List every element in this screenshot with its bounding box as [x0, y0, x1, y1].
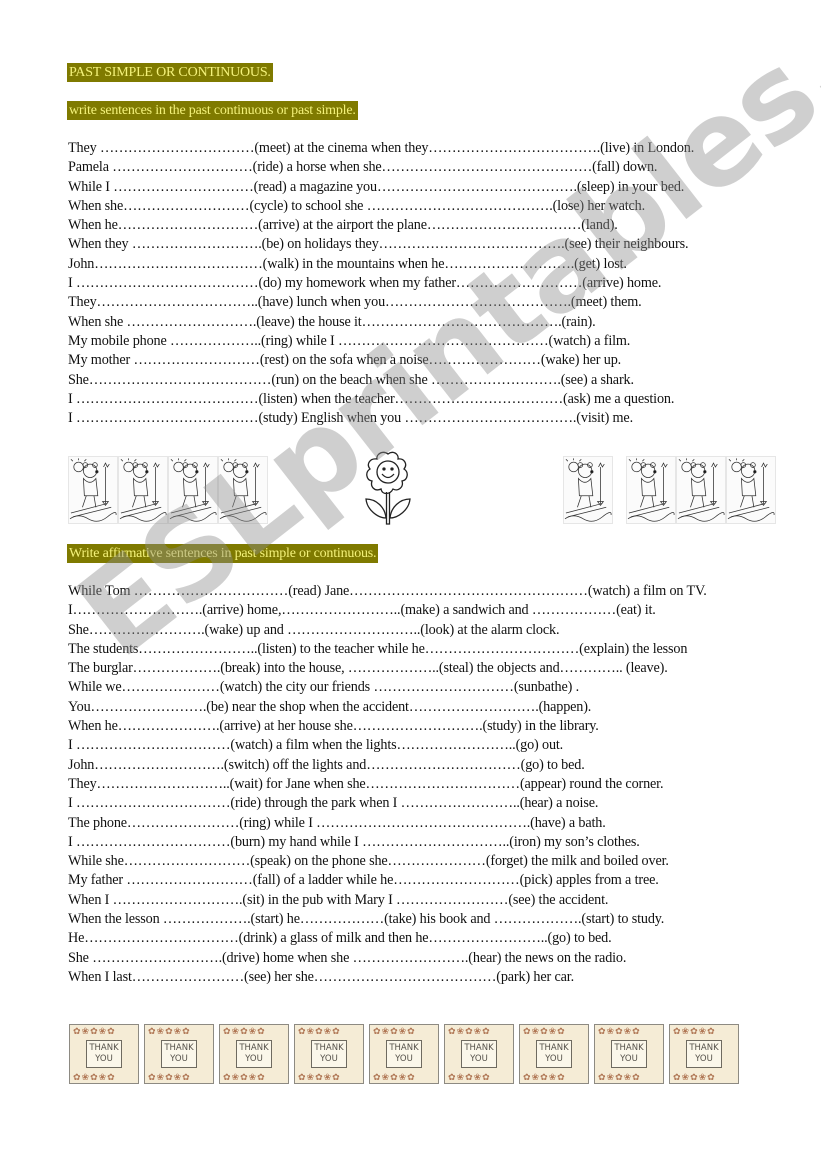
exercise-line: When he………………….(arrive) at her house she… — [68, 718, 599, 735]
exercise-line: Pamela …………………………(ride) a horse when she… — [68, 159, 658, 176]
exercise-line: When she………………………(cycle) to school she …… — [68, 197, 645, 214]
exercise-line: The phone……………………(ring) while I ……………………… — [68, 814, 606, 831]
flower-pot-decoration-icon: ✿❀✿❀✿ — [373, 1072, 416, 1082]
exercise-line: My mother ………………………(rest) on the sofa wh… — [68, 352, 622, 369]
exercise-line: I …………………………………(listen) when the teacher… — [68, 390, 675, 407]
exercise-line: When I last……………………(see) her she……………………… — [68, 968, 574, 985]
thank-you-card: ✿❀✿❀✿ ✿❀✿❀✿ THANK YOU — [144, 1024, 214, 1084]
flower-pot-decoration-icon: ✿❀✿❀✿ — [73, 1072, 116, 1082]
flower-pot-decoration-icon: ✿❀✿❀✿ — [148, 1026, 191, 1036]
exercise-line: When she ……………………….(leave) the house it…… — [68, 313, 596, 330]
bear-skiing-image — [626, 456, 676, 524]
exercise-line: She ……………………….(drive) home when she …………… — [68, 949, 627, 966]
bear-skiing-image — [676, 456, 726, 524]
flower-pot-decoration-icon: ✿❀✿❀✿ — [598, 1026, 641, 1036]
exercise-line: John……………………….(switch) off the lights an… — [68, 756, 585, 773]
exercise-line: He……………………………(drink) a glass of milk and… — [68, 930, 612, 947]
thank-you-label: THANK YOU — [461, 1040, 497, 1068]
exercise-line: She…………………….(wake) up and ………………………..(lo… — [68, 621, 560, 638]
exercise-line: I ……………………………(ride) through the park whe… — [68, 795, 599, 812]
thank-you-label: THANK YOU — [161, 1040, 197, 1068]
thank-you-card: ✿❀✿❀✿ ✿❀✿❀✿ THANK YOU — [219, 1024, 289, 1084]
exercise-line: While we…………………(watch) the city our frie… — [68, 679, 579, 696]
bear-skiing-image — [563, 456, 613, 524]
exercise-line: I ……………………………(burn) my hand while I …………… — [68, 833, 640, 850]
exercise-line: The burglar……………….(break) into the house… — [68, 660, 668, 677]
flower-pot-decoration-icon: ✿❀✿❀✿ — [373, 1026, 416, 1036]
thank-you-label: THANK YOU — [686, 1040, 722, 1068]
thank-you-card: ✿❀✿❀✿ ✿❀✿❀✿ THANK YOU — [369, 1024, 439, 1084]
thank-you-card: ✿❀✿❀✿ ✿❀✿❀✿ THANK YOU — [669, 1024, 739, 1084]
bear-skiing-image — [118, 456, 168, 524]
bear-image-strip-right — [626, 456, 776, 526]
exercise-line: They……………………………..(have) lunch when you……… — [68, 294, 642, 311]
thank-you-label: THANK YOU — [611, 1040, 647, 1068]
flower-pot-decoration-icon: ✿❀✿❀✿ — [598, 1072, 641, 1082]
section2-instruction: Write affirmative sentences in past simp… — [67, 544, 379, 563]
thank-you-card: ✿❀✿❀✿ ✿❀✿❀✿ THANK YOU — [444, 1024, 514, 1084]
bear-image-strip-left — [68, 456, 268, 526]
flower-pot-decoration-icon: ✿❀✿❀✿ — [298, 1072, 341, 1082]
flower-pot-decoration-icon: ✿❀✿❀✿ — [148, 1072, 191, 1082]
bear-skiing-image — [168, 456, 218, 524]
flower-pot-decoration-icon: ✿❀✿❀✿ — [523, 1072, 566, 1082]
exercise-line: When I ……………………….(sit) in the pub with M… — [68, 891, 609, 908]
exercise-line: They ……………………………(meet) at the cinema whe… — [68, 140, 695, 156]
flower-pot-decoration-icon: ✿❀✿❀✿ — [673, 1072, 716, 1082]
section2-exercise-list: While Tom ……………………………(read) Jane……………………… — [68, 582, 808, 987]
bear-image-single — [563, 456, 613, 526]
thank-you-card: ✿❀✿❀✿ ✿❀✿❀✿ THANK YOU — [69, 1024, 139, 1084]
flower-pot-decoration-icon: ✿❀✿❀✿ — [448, 1072, 491, 1082]
thank-you-label: THANK YOU — [386, 1040, 422, 1068]
exercise-line: I……………………….(arrive) home,……………………..(make… — [68, 602, 656, 619]
flower-pot-decoration-icon: ✿❀✿❀✿ — [298, 1026, 341, 1036]
bear-skiing-image — [726, 456, 776, 524]
thank-you-card-strip: ✿❀✿❀✿ ✿❀✿❀✿ THANK YOU ✿❀✿❀✿ ✿❀✿❀✿ THANK YOU ✿❀… — [69, 1024, 739, 1084]
bear-skiing-image — [68, 456, 118, 524]
thank-you-card: ✿❀✿❀✿ ✿❀✿❀✿ THANK YOU — [519, 1024, 589, 1084]
smiling-flower-image — [365, 451, 411, 525]
exercise-line: They………………………..(wait) for Jane when she…… — [68, 775, 664, 792]
thank-you-card: ✿❀✿❀✿ ✿❀✿❀✿ THANK YOU — [294, 1024, 364, 1084]
exercise-line: While she………………………(speak) on the phone s… — [68, 853, 669, 870]
thank-you-label: THANK YOU — [536, 1040, 572, 1068]
exercise-line: My father ………………………(fall) of a ladder wh… — [68, 872, 659, 889]
flower-pot-decoration-icon: ✿❀✿❀✿ — [448, 1026, 491, 1036]
thank-you-label: THANK YOU — [311, 1040, 347, 1068]
exercise-line: John………………………………(walk) in the mountains … — [68, 255, 627, 272]
exercise-line: My mobile phone ………………..(ring) while I …… — [68, 332, 631, 349]
exercise-line: The students……………………..(listen) to the te… — [68, 640, 688, 657]
exercise-line: I …………………………………(study) English when you … — [68, 410, 633, 427]
exercise-line: While I …………………………(read) a magazine you…… — [68, 178, 685, 195]
exercise-line: I ……………………………(watch) a film when the lig… — [68, 737, 564, 754]
section1-instruction: write sentences in the past continuous o… — [67, 101, 358, 120]
flower-pot-decoration-icon: ✿❀✿❀✿ — [223, 1072, 266, 1082]
exercise-line: When they ……………………….(be) on holidays the… — [68, 236, 689, 253]
thank-you-label: THANK YOU — [86, 1040, 122, 1068]
flower-pot-decoration-icon: ✿❀✿❀✿ — [73, 1026, 116, 1036]
thank-you-label: THANK YOU — [236, 1040, 272, 1068]
worksheet-title: PAST SIMPLE OR CONTINUOUS. — [67, 63, 273, 82]
exercise-line: When he…………………………(arrive) at the airport… — [68, 217, 618, 234]
exercise-line: I …………………………………(do) my homework when my … — [68, 275, 662, 292]
section1-exercise-list: They ……………………………(meet) at the cinema whe… — [68, 139, 808, 428]
flower-pot-decoration-icon: ✿❀✿❀✿ — [673, 1026, 716, 1036]
exercise-line: She…………………………………(run) on the beach when … — [68, 371, 634, 388]
flower-pot-decoration-icon: ✿❀✿❀✿ — [523, 1026, 566, 1036]
bear-skiing-image — [218, 456, 268, 524]
exercise-line: You…………………….(be) near the shop when the … — [68, 698, 592, 715]
exercise-line: When the lesson ……………….(start) he………………(… — [68, 911, 665, 928]
flower-pot-decoration-icon: ✿❀✿❀✿ — [223, 1026, 266, 1036]
exercise-line: While Tom ……………………………(read) Jane……………………… — [68, 583, 707, 599]
thank-you-card: ✿❀✿❀✿ ✿❀✿❀✿ THANK YOU — [594, 1024, 664, 1084]
